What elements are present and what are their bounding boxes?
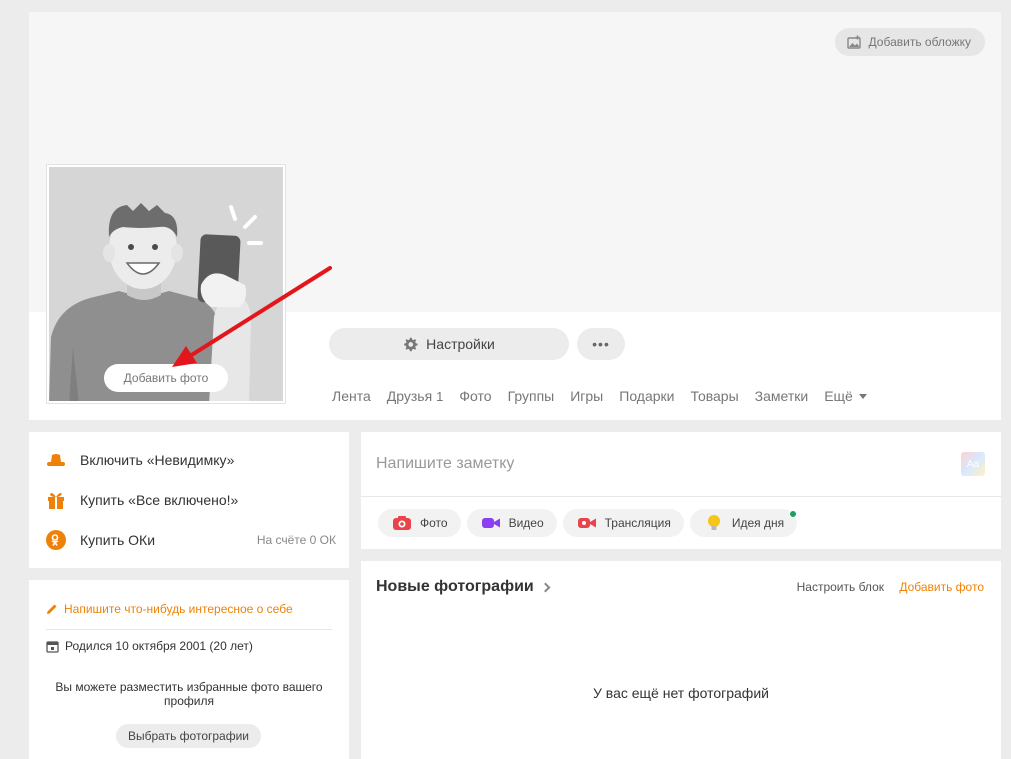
- tab-label: Фото: [459, 388, 492, 404]
- add-photo-link[interactable]: Добавить фото: [899, 580, 984, 594]
- font-style-icon[interactable]: Aa: [961, 452, 985, 476]
- note-photo-button[interactable]: Фото: [378, 509, 461, 537]
- lightbulb-icon: [707, 515, 720, 530]
- image-add-icon: [846, 35, 861, 49]
- all-inclusive-label: Купить «Все включено!»: [80, 492, 239, 508]
- birthday-label: Родился 10 октября 2001 (20 лет): [65, 639, 253, 653]
- tab-gifts[interactable]: Подарки: [619, 388, 674, 404]
- tab-friends[interactable]: Друзья 1: [387, 388, 444, 404]
- tab-photos[interactable]: Фото: [459, 388, 491, 404]
- tab-label: Подарки: [619, 388, 675, 404]
- caret-down-icon: [858, 393, 867, 399]
- ok-coin-icon: [46, 530, 66, 550]
- add-cover-label: Добавить обложку: [868, 35, 971, 49]
- note-video-button[interactable]: Видео: [466, 509, 557, 537]
- tab-label: Игры: [570, 388, 604, 404]
- pencil-icon: [47, 604, 57, 614]
- no-photos-message: У вас ещё нет фотографий: [593, 685, 769, 701]
- tab-notes[interactable]: Заметки: [755, 388, 809, 404]
- settings-label: Настройки: [426, 336, 495, 352]
- new-photos-title[interactable]: Новые фотографии: [376, 578, 551, 596]
- new-photos-card: Новые фотографии Настроить блок Добавить…: [361, 561, 1001, 759]
- tab-groups[interactable]: Группы: [508, 388, 555, 404]
- camera-icon: [393, 516, 411, 530]
- settings-button[interactable]: Настройки: [329, 328, 569, 360]
- new-indicator-dot: [789, 510, 798, 518]
- tab-products[interactable]: Товары: [690, 388, 738, 404]
- tab-label: Товары: [690, 388, 739, 404]
- all-inclusive-item[interactable]: Купить «Все включено!»: [46, 490, 336, 510]
- live-stream-icon: [577, 518, 596, 528]
- tab-label: Заметки: [754, 388, 809, 404]
- about-divider: [46, 629, 332, 630]
- gear-icon: [404, 337, 418, 351]
- note-idea-label: Идея дня: [731, 516, 785, 530]
- profile-card: Добавить обложку Добавить фото Настройки…: [29, 12, 1001, 420]
- write-about-link[interactable]: Напишите что-нибудь интересное о себе: [46, 602, 293, 616]
- calendar-icon: [46, 640, 59, 653]
- add-cover-button[interactable]: Добавить обложку: [834, 28, 985, 56]
- tab-feed[interactable]: Лента: [332, 388, 371, 404]
- invisible-mode-label: Включить «Невидимку»: [80, 452, 235, 468]
- new-photos-title-text: Новые фотографии: [376, 578, 534, 595]
- note-actions: Фото Видео Трансляция Идея дня: [378, 509, 798, 537]
- note-stream-button[interactable]: Трансляция: [562, 509, 684, 537]
- about-card: Напишите что-нибудь интересное о себе Ро…: [29, 580, 349, 759]
- tab-label: Группы: [507, 388, 555, 404]
- note-idea-button[interactable]: Идея дня: [689, 509, 798, 537]
- hat-icon: [46, 450, 66, 470]
- more-actions-button[interactable]: •••: [577, 328, 625, 360]
- tab-more-label: Ещё: [824, 388, 853, 404]
- profile-avatar[interactable]: Добавить фото: [47, 165, 285, 403]
- choose-photos-button[interactable]: Выбрать фотографии: [116, 724, 261, 748]
- tab-games[interactable]: Игры: [570, 388, 603, 404]
- favorites-text: Вы можете разместить избранные фото ваше…: [55, 680, 323, 708]
- note-stream-label: Трансляция: [604, 516, 671, 530]
- note-photo-label: Фото: [420, 516, 448, 530]
- birthday-row: Родился 10 октября 2001 (20 лет): [46, 639, 253, 653]
- write-about-label: Напишите что-нибудь интересное о себе: [64, 602, 293, 616]
- gift-icon: [46, 490, 66, 510]
- balance-label: На счёте 0 ОК: [256, 533, 336, 547]
- video-camera-icon: [481, 518, 500, 528]
- friends-count: 1: [436, 389, 444, 404]
- note-input[interactable]: [376, 452, 936, 476]
- buy-ok-label: Купить ОКи: [80, 532, 156, 548]
- note-video-label: Видео: [508, 516, 544, 530]
- tab-more[interactable]: Ещё: [824, 388, 867, 404]
- invisible-mode-item[interactable]: Включить «Невидимку»: [46, 450, 336, 470]
- add-avatar-photo-button[interactable]: Добавить фото: [104, 364, 228, 392]
- tab-label: Друзья: [386, 388, 433, 404]
- buy-ok-item[interactable]: Купить ОКи На счёте 0 ОК: [46, 530, 336, 550]
- services-card: Включить «Невидимку» Купить «Все включен…: [29, 432, 349, 568]
- tab-label: Лента: [332, 388, 371, 404]
- profile-nav: Лента Друзья 1 Фото Группы Игры Подарки Т…: [332, 388, 883, 404]
- chevron-right-icon: [540, 582, 551, 593]
- note-card: Aa Фото Видео Трансляция Идея дня: [361, 432, 1001, 549]
- configure-block-link[interactable]: Настроить блок: [797, 580, 884, 594]
- note-divider: [361, 496, 1001, 497]
